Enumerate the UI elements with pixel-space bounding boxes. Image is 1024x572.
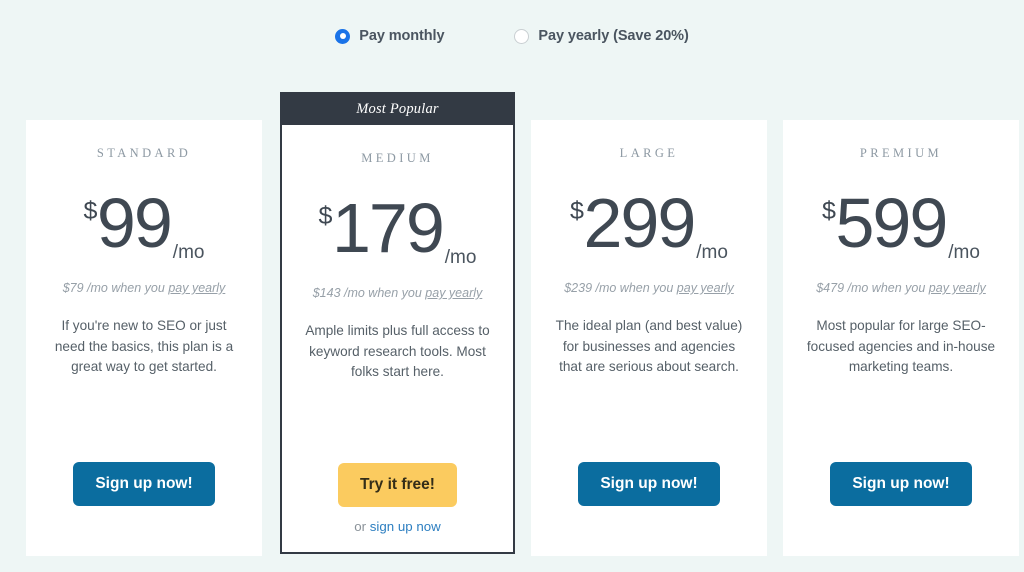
alt-signup-link[interactable]: sign up now — [370, 519, 441, 534]
plan-price: $ 599 /mo — [822, 184, 980, 264]
price-currency: $ — [318, 202, 333, 230]
pay-yearly-link[interactable]: pay yearly — [425, 286, 482, 300]
price-period: /mo — [948, 242, 980, 263]
plan-cta-area: Sign up now! — [797, 462, 1005, 556]
price-amount: 99 — [96, 184, 173, 262]
signup-button[interactable]: Sign up now! — [578, 462, 720, 506]
plan-cta-area: Sign up now! — [40, 462, 248, 556]
yearly-price-text: $479 /mo when you — [816, 281, 929, 295]
pricing-plan-grid: STANDARD $ 99 /mo $79 /mo when you pay y… — [26, 92, 1019, 562]
yearly-price-text: $143 /mo when you — [312, 286, 426, 300]
plan-description: If you're new to SEO or just need the ba… — [54, 318, 234, 375]
pricing-card-standard[interactable]: STANDARD $ 99 /mo $79 /mo when you pay y… — [26, 120, 262, 556]
billing-option-monthly-label: Pay monthly — [359, 28, 445, 44]
billing-option-yearly[interactable]: Pay yearly (Save 20%) — [514, 28, 689, 44]
plan-price: $ 99 /mo — [83, 184, 205, 264]
price-currency: $ — [83, 197, 98, 225]
alt-signup-prefix: or — [354, 519, 370, 534]
billing-period-toggle: Pay monthly Pay yearly (Save 20%) — [0, 0, 1024, 72]
price-currency: $ — [570, 197, 584, 225]
plan-description: Ample limits plus full access to keyword… — [305, 323, 490, 380]
plan-description: Most popular for large SEO-focused agenc… — [806, 318, 996, 375]
pay-yearly-link[interactable]: pay yearly — [168, 281, 225, 295]
plan-cta-area: Sign up now! — [545, 462, 753, 556]
try-it-free-button[interactable]: Try it free! — [338, 463, 457, 507]
pricing-card-medium[interactable]: Most Popular MEDIUM $ 179 /mo $143 /mo w… — [280, 92, 515, 554]
yearly-price-note: $79 /mo when you pay yearly — [63, 281, 226, 295]
yearly-price-text: $239 /mo when you — [564, 281, 677, 295]
plan-name: STANDARD — [96, 146, 192, 160]
plan-name: PREMIUM — [859, 146, 943, 160]
pricing-card-premium[interactable]: PREMIUM $ 599 /mo $479 /mo when you pay … — [783, 120, 1019, 556]
price-period: /mo — [696, 242, 728, 263]
price-amount: 179 — [331, 189, 445, 267]
pay-yearly-link[interactable]: pay yearly — [929, 281, 986, 295]
price-period: /mo — [172, 242, 205, 263]
plan-name: MEDIUM — [361, 151, 434, 165]
pay-yearly-link[interactable]: pay yearly — [677, 281, 734, 295]
yearly-price-text: $79 /mo when you — [62, 281, 169, 295]
most-popular-ribbon: Most Popular — [282, 94, 513, 125]
billing-option-monthly[interactable]: Pay monthly — [335, 28, 445, 44]
pricing-card-large[interactable]: LARGE $ 299 /mo $239 /mo when you pay ye… — [531, 120, 767, 556]
signup-button[interactable]: Sign up now! — [73, 462, 215, 506]
plan-price: $ 299 /mo — [570, 184, 728, 264]
plan-price: $ 179 /mo — [318, 189, 477, 269]
plan-cta-area: Try it free! or sign up now — [296, 463, 499, 552]
plan-name: LARGE — [619, 146, 679, 160]
alt-signup-line: or sign up now — [354, 519, 441, 534]
price-currency: $ — [822, 197, 836, 225]
yearly-price-note: $143 /mo when you pay yearly — [313, 286, 483, 300]
price-period: /mo — [444, 247, 477, 268]
billing-option-yearly-label: Pay yearly (Save 20%) — [538, 28, 689, 44]
yearly-price-note: $479 /mo when you pay yearly — [816, 281, 986, 295]
signup-button[interactable]: Sign up now! — [830, 462, 972, 506]
price-amount: 299 — [583, 184, 696, 262]
yearly-price-note: $239 /mo when you pay yearly — [564, 281, 734, 295]
price-amount: 599 — [835, 184, 948, 262]
radio-unselected-icon[interactable] — [514, 28, 530, 44]
plan-description: The ideal plan (and best value) for busi… — [555, 318, 743, 375]
radio-selected-icon[interactable] — [335, 28, 351, 44]
